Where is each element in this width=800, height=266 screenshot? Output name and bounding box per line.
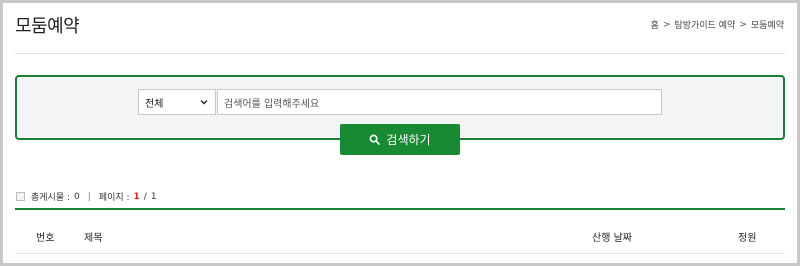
breadcrumb: 홈 > 탐방가이드 예약 > 모둠예약 — [651, 18, 784, 32]
table-header-rule — [15, 253, 785, 254]
search-icon — [369, 134, 381, 145]
column-header-number: 번호 — [36, 233, 55, 244]
title-divider — [15, 53, 785, 54]
column-header-title: 제목 — [84, 233, 103, 244]
column-header-capacity: 정원 — [738, 233, 757, 244]
breadcrumb-level1[interactable]: 탐방가이드 예약 — [675, 18, 736, 31]
breadcrumb-current: 모둠예약 — [750, 21, 784, 31]
search-button-label: 검색하기 — [386, 133, 431, 147]
search-input[interactable]: 검색어를 입력해주세요 — [217, 89, 662, 115]
list-status: 총게시물 : 0 | 페이지 : 1 / 1 — [16, 190, 157, 203]
status-divider: | — [87, 191, 91, 202]
page-label: 페이지 : — [98, 193, 130, 203]
checkbox-icon — [16, 192, 25, 201]
page-title: 모둠예약 — [15, 16, 80, 37]
list-top-rule — [15, 208, 785, 210]
total-count: 0 — [74, 191, 80, 202]
breadcrumb-home[interactable]: 홈 — [651, 18, 659, 31]
search-button[interactable]: 검색하기 — [340, 124, 460, 155]
current-page: 1 — [133, 191, 140, 202]
search-category-value: 전체 — [145, 98, 164, 110]
page-separator: / — [143, 191, 147, 202]
search-category-select[interactable]: 전체 — [138, 89, 216, 115]
chevron-down-icon — [200, 100, 208, 105]
column-header-date: 산행 날짜 — [592, 233, 632, 244]
total-label: 총게시물 : — [31, 193, 71, 203]
chevron-right-icon: > — [739, 19, 747, 30]
chevron-right-icon: > — [662, 19, 671, 30]
total-pages: 1 — [150, 191, 157, 202]
search-input-placeholder: 검색어를 입력해주세요 — [224, 98, 320, 110]
